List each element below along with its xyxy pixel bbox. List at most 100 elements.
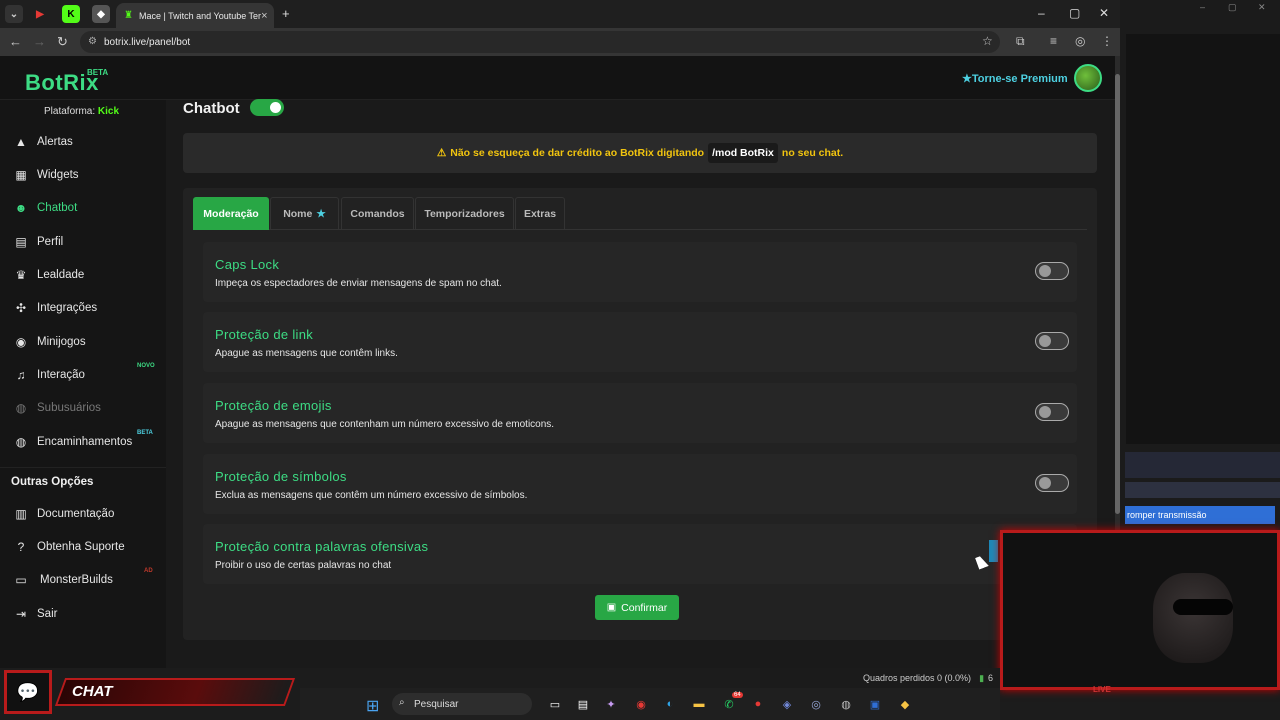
tab-search-icon[interactable]: ⌄ <box>5 5 23 23</box>
platform-value: Kick <box>97 106 120 117</box>
sidebar-item-label: Encaminhamentos <box>37 436 133 448</box>
sidebar-item-subusuarios[interactable]: ◍ Subusuários <box>0 393 166 423</box>
emoji-protection-toggle[interactable] <box>1035 403 1069 421</box>
tab-extras[interactable]: Extras <box>515 197 565 230</box>
sidebar-item-suporte[interactable]: ? Obtenha Suporte <box>0 532 166 562</box>
warning-icon: ▲ <box>15 135 27 149</box>
confirm-button[interactable]: ▣ Confirmar <box>595 595 679 620</box>
tab-temporizadores[interactable]: Temporizadores <box>415 197 514 230</box>
sidebar-item-alertas[interactable]: ▲ Alertas <box>0 127 166 157</box>
edge-icon[interactable]: ◐ <box>661 695 679 713</box>
obs-close-icon[interactable]: ✕ <box>1258 2 1266 13</box>
sidebar: Plataforma: Kick ▲ Alertas ▦ Widgets ☻ C… <box>0 100 166 668</box>
file-explorer-icon[interactable]: ▬ <box>690 695 708 713</box>
site-info-icon[interactable]: ⚙ <box>88 36 97 47</box>
symbol-protection-toggle[interactable] <box>1035 474 1069 492</box>
obs-selected-item[interactable]: romper transmissão <box>1125 506 1275 524</box>
sidebar-item-label: Lealdade <box>37 269 85 281</box>
tab-moderacao[interactable]: Moderação <box>193 197 269 230</box>
webcam-frame-label: LIVE <box>1093 685 1111 694</box>
obs-preview-panel <box>1126 34 1280 444</box>
tab-comandos[interactable]: Comandos <box>341 197 414 230</box>
task-view-icon[interactable]: ▭ <box>546 695 564 713</box>
active-tab[interactable]: ♜ Mace | Twitch and Youtube Ter × <box>116 3 274 28</box>
option-description: Impeça os espectadores de enviar mensage… <box>215 278 502 289</box>
option-link-protection: Proteção de link Apague as mensagens que… <box>203 312 1077 372</box>
app-window-icon[interactable]: ▣ <box>866 695 884 713</box>
obs-maximize-icon[interactable]: ▢ <box>1228 2 1237 13</box>
close-window-button[interactable]: ✕ <box>1099 6 1109 20</box>
maximize-button[interactable]: ▢ <box>1069 6 1080 20</box>
menu-kebab-icon[interactable]: ⋮ <box>1101 34 1113 48</box>
close-tab-icon[interactable]: × <box>261 10 267 22</box>
stream-chat-overlay: 💬 CHAT <box>0 668 300 720</box>
chatbot-settings-card: Moderação Nome ★ Comandos Temporizadores … <box>183 188 1097 640</box>
sidebar-item-interacao[interactable]: ♫ Interação NOVO <box>0 360 166 390</box>
new-badge: NOVO <box>137 363 155 369</box>
sidebar-item-label: Widgets <box>37 169 79 181</box>
sidebar-item-lealdade[interactable]: ♛ Lealdade <box>0 260 166 290</box>
pinned-app-icon[interactable]: ◆ <box>896 695 914 713</box>
new-tab-button[interactable]: + <box>282 6 290 21</box>
link-protection-toggle[interactable] <box>1035 332 1069 350</box>
sidebar-item-documentacao[interactable]: ▥ Documentação <box>0 499 166 529</box>
caps-lock-toggle[interactable] <box>1035 262 1069 280</box>
book-icon: ▥ <box>15 507 27 521</box>
option-title: Proteção de símbolos <box>215 469 347 484</box>
other-options-heading: Outras Opções <box>11 476 94 488</box>
discord-icon[interactable]: ◈ <box>778 695 796 713</box>
sidebar-item-sair[interactable]: ⇥ Sair <box>0 599 166 629</box>
back-icon[interactable]: ← <box>9 34 22 49</box>
bookmark-star-icon[interactable]: ☆ <box>982 34 993 48</box>
windows-start-icon[interactable]: ⊞ <box>366 696 379 716</box>
recorder-icon[interactable]: ● <box>749 695 767 713</box>
notice-text-before: Não se esqueça de dar crédito ao BotRix … <box>450 147 705 159</box>
botrix-favicon-icon: ♜ <box>124 10 133 21</box>
sidebar-item-minijogos[interactable]: ◉ Minijogos <box>0 327 166 357</box>
youtube-tab-icon[interactable]: ▶ <box>31 5 49 23</box>
chatbot-enable-toggle[interactable] <box>250 99 284 116</box>
store-icon[interactable]: ▤ <box>574 695 592 713</box>
overlay-mark <box>989 540 998 562</box>
taskbar-search[interactable]: ⌕ Pesquisar <box>392 693 532 715</box>
confirm-label: Confirmar <box>621 601 668 614</box>
webcam-overlay: LIVE <box>1000 530 1280 694</box>
users-icon: ◍ <box>15 401 27 415</box>
tab-nome[interactable]: Nome ★ <box>270 197 339 230</box>
sidebar-item-chatbot[interactable]: ☻ Chatbot <box>0 193 166 223</box>
forward-icon[interactable]: → <box>33 34 46 49</box>
steam-icon[interactable]: ◎ <box>807 695 825 713</box>
premium-link[interactable]: ★Torne-se Premium <box>962 72 1068 85</box>
grid-icon: ▦ <box>15 168 27 182</box>
credit-notice: ⚠ Não se esqueça de dar crédito ao BotRi… <box>183 133 1097 173</box>
sidebar-item-integracoes[interactable]: ✣ Integrações <box>0 293 166 323</box>
gamepad-icon: ◉ <box>15 335 27 349</box>
obs-icon[interactable]: ◍ <box>837 695 855 713</box>
sidebar-item-perfil[interactable]: ▤ Perfil <box>0 227 166 257</box>
avatar[interactable] <box>1074 64 1102 92</box>
media-control-icon[interactable]: ≡ <box>1050 34 1057 48</box>
page-title: Chatbot <box>183 100 240 117</box>
option-title: Proteção de emojis <box>215 398 332 413</box>
url-field[interactable]: ⚙ botrix.live/panel/bot <box>80 31 1000 53</box>
logo-beta-tag: BETA <box>87 68 109 77</box>
reload-icon[interactable]: ↻ <box>57 34 68 50</box>
kick-tab-icon[interactable]: K <box>62 5 80 23</box>
monitor-icon: ▭ <box>15 573 27 587</box>
sidebar-item-widgets[interactable]: ▦ Widgets <box>0 160 166 190</box>
platform-label: Plataforma: <box>44 106 96 117</box>
sidebar-item-monsterbuilds[interactable]: ▭ MonsterBuilds AD <box>0 565 166 595</box>
extensions-icon[interactable]: ⧉ <box>1016 34 1025 49</box>
notice-command: /mod BotRix <box>708 143 778 163</box>
url-text: botrix.live/panel/bot <box>104 36 191 48</box>
profile-icon[interactable]: ◎ <box>1075 34 1085 48</box>
copilot-icon[interactable]: ✦ <box>602 695 620 713</box>
pinned-tab-icon[interactable]: ◆ <box>92 5 110 23</box>
chrome-icon[interactable]: ◉ <box>632 695 650 713</box>
obs-minimize-icon[interactable]: – <box>1200 2 1205 12</box>
signal-bars-icon: ▮ <box>979 672 985 683</box>
minimize-button[interactable]: – <box>1038 6 1045 20</box>
webcam-sunglasses <box>1173 599 1233 615</box>
sidebar-item-encaminhamentos[interactable]: ◍ Encaminhamentos BETA <box>0 427 166 457</box>
chat-label: CHAT <box>72 683 113 700</box>
